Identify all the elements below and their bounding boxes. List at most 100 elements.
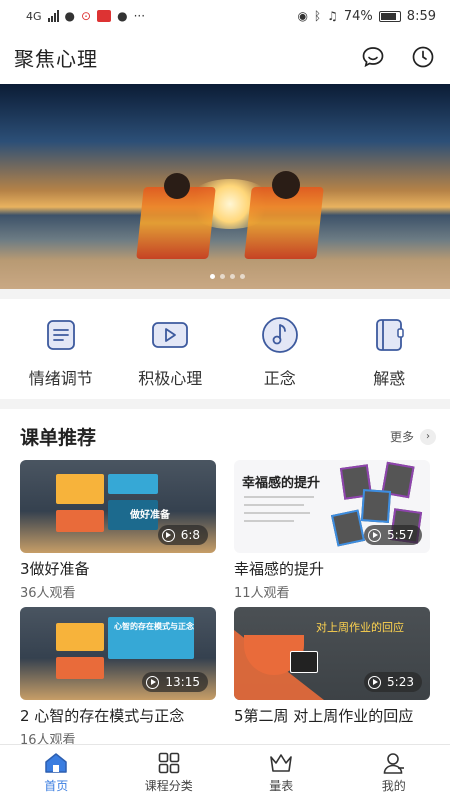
- music-note-icon: [260, 315, 300, 355]
- category-label: 解惑: [373, 369, 406, 388]
- battery-percent: 74%: [343, 8, 373, 24]
- play-icon: [368, 675, 382, 689]
- play-icon: [368, 528, 382, 542]
- category-qa[interactable]: 解惑: [339, 315, 439, 389]
- history-clock-icon[interactable]: [410, 44, 436, 70]
- course-title: 5第二周 对上周作业的回应: [234, 707, 414, 725]
- duration-badge: 6:8: [157, 525, 208, 545]
- thumb-photo: [330, 509, 366, 547]
- chat-icon: ●: [64, 9, 76, 23]
- category-row: 情绪调节 积极心理 正念 解惑: [0, 299, 450, 399]
- duration-badge: 5:23: [364, 672, 422, 692]
- course-thumbnail[interactable]: 做好准备 6:8: [20, 460, 216, 553]
- app-notification-icon: [97, 10, 112, 22]
- app-title: 聚焦心理: [14, 46, 98, 71]
- category-positive[interactable]: 积极心理: [120, 315, 220, 389]
- chat-bubble-icon[interactable]: [360, 44, 386, 70]
- bottom-nav: 首页 课程分类 量表 我的: [0, 744, 450, 800]
- eye-icon: ◉: [297, 9, 308, 23]
- course-title: 2 心智的存在模式与正念: [20, 707, 185, 725]
- section-header: 课单推荐 更多 ›: [0, 409, 450, 460]
- status-left: 4G ● ⊙ ● ···: [26, 9, 145, 23]
- banner-dot[interactable]: [220, 274, 225, 279]
- notebook-icon: [369, 315, 409, 355]
- nav-home[interactable]: 首页: [11, 751, 101, 794]
- duration-text: 5:57: [387, 528, 414, 542]
- thumb-block: [56, 657, 104, 679]
- divider: [0, 289, 450, 299]
- message-icon: ●: [117, 9, 128, 23]
- signal-icon: [47, 10, 59, 22]
- nav-label: 首页: [44, 779, 69, 793]
- mute-icon: ♫: [327, 9, 338, 23]
- duration-badge: 13:15: [142, 672, 208, 692]
- course-card[interactable]: 对上周作业的回应 5:23 5第二周 对上周作业的回应: [234, 607, 430, 748]
- nav-scale[interactable]: 量表: [236, 751, 326, 794]
- course-card[interactable]: 心智的存在模式与正念 13:15 2 心智的存在模式与正念 16人观看: [20, 607, 216, 748]
- play-icon: [161, 528, 175, 542]
- category-mindfulness[interactable]: 正念: [230, 315, 330, 389]
- nav-label: 我的: [381, 779, 406, 793]
- more-label: 更多: [389, 430, 414, 444]
- grid-icon: [156, 751, 182, 775]
- nav-mine[interactable]: 我的: [349, 751, 439, 794]
- bluetooth-icon: ᛒ: [313, 9, 322, 23]
- section-title: 课单推荐: [20, 423, 97, 452]
- more-dots-icon: ···: [133, 9, 146, 23]
- thumb-heading: 幸福感的提升: [242, 476, 321, 491]
- course-grid: 做好准备 6:8 3做好准备 36人观看 幸福感的提升 5:57 幸福感的提升 …: [0, 460, 450, 748]
- document-list-icon: [41, 315, 81, 355]
- app-header: 聚焦心理: [0, 32, 450, 82]
- thumb-photo: [360, 489, 392, 523]
- divider: [0, 399, 450, 409]
- banner-pagination: [210, 274, 245, 279]
- category-label: 积极心理: [138, 369, 203, 388]
- thumb-line: [244, 512, 310, 514]
- thumb-heading: 心智的存在模式与正念: [114, 622, 194, 631]
- banner-dot[interactable]: [210, 274, 215, 279]
- header-actions: [360, 44, 436, 70]
- nav-category[interactable]: 课程分类: [124, 751, 214, 794]
- thumb-block: [56, 510, 104, 532]
- banner-dot[interactable]: [240, 274, 245, 279]
- thumb-line: [244, 520, 294, 522]
- category-emotion[interactable]: 情绪调节: [11, 315, 111, 389]
- thumb-line: [244, 504, 304, 506]
- course-thumbnail[interactable]: 心智的存在模式与正念 13:15: [20, 607, 216, 700]
- duration-text: 5:23: [387, 675, 414, 689]
- more-link[interactable]: 更多 ›: [390, 428, 436, 445]
- chevron-right-icon: ›: [420, 428, 436, 445]
- category-label: 正念: [263, 369, 296, 388]
- video-play-icon: [150, 315, 190, 355]
- battery-icon: [378, 10, 401, 22]
- thumb-heading: 对上周作业的回应: [316, 621, 404, 634]
- duration-text: 13:15: [165, 675, 200, 689]
- course-title: 3做好准备: [20, 560, 90, 578]
- notification-icon: ⊙: [81, 9, 92, 23]
- course-views: 36人观看: [20, 586, 76, 601]
- network-indicator: 4G: [26, 9, 42, 23]
- play-icon: [146, 675, 160, 689]
- nav-label: 量表: [269, 779, 294, 793]
- thumb-block: [56, 623, 104, 651]
- banner-person-right: [272, 171, 300, 199]
- course-thumbnail[interactable]: 对上周作业的回应 5:23: [234, 607, 430, 700]
- hero-banner[interactable]: [0, 84, 450, 289]
- clock-time: 8:59: [406, 8, 436, 24]
- nav-label: 课程分类: [144, 779, 193, 793]
- status-bar: 4G ● ⊙ ● ··· ◉ ᛒ ♫ 74% 8:59: [0, 0, 450, 32]
- banner-person-left: [164, 173, 190, 199]
- profile-icon: [381, 751, 407, 775]
- course-thumbnail[interactable]: 幸福感的提升 5:57: [234, 460, 430, 553]
- thumb-block: [56, 474, 104, 504]
- course-views: 11人观看: [234, 586, 290, 601]
- thumb-heading: 做好准备: [130, 510, 170, 521]
- course-title: 幸福感的提升: [234, 560, 325, 578]
- course-card[interactable]: 幸福感的提升 5:57 幸福感的提升 11人观看: [234, 460, 430, 601]
- thumb-block: [290, 651, 318, 673]
- course-card[interactable]: 做好准备 6:8 3做好准备 36人观看: [20, 460, 216, 601]
- duration-badge: 5:57: [364, 525, 422, 545]
- status-right: ◉ ᛒ ♫ 74% 8:59: [297, 9, 436, 24]
- category-label: 情绪调节: [28, 369, 93, 388]
- banner-dot[interactable]: [230, 274, 235, 279]
